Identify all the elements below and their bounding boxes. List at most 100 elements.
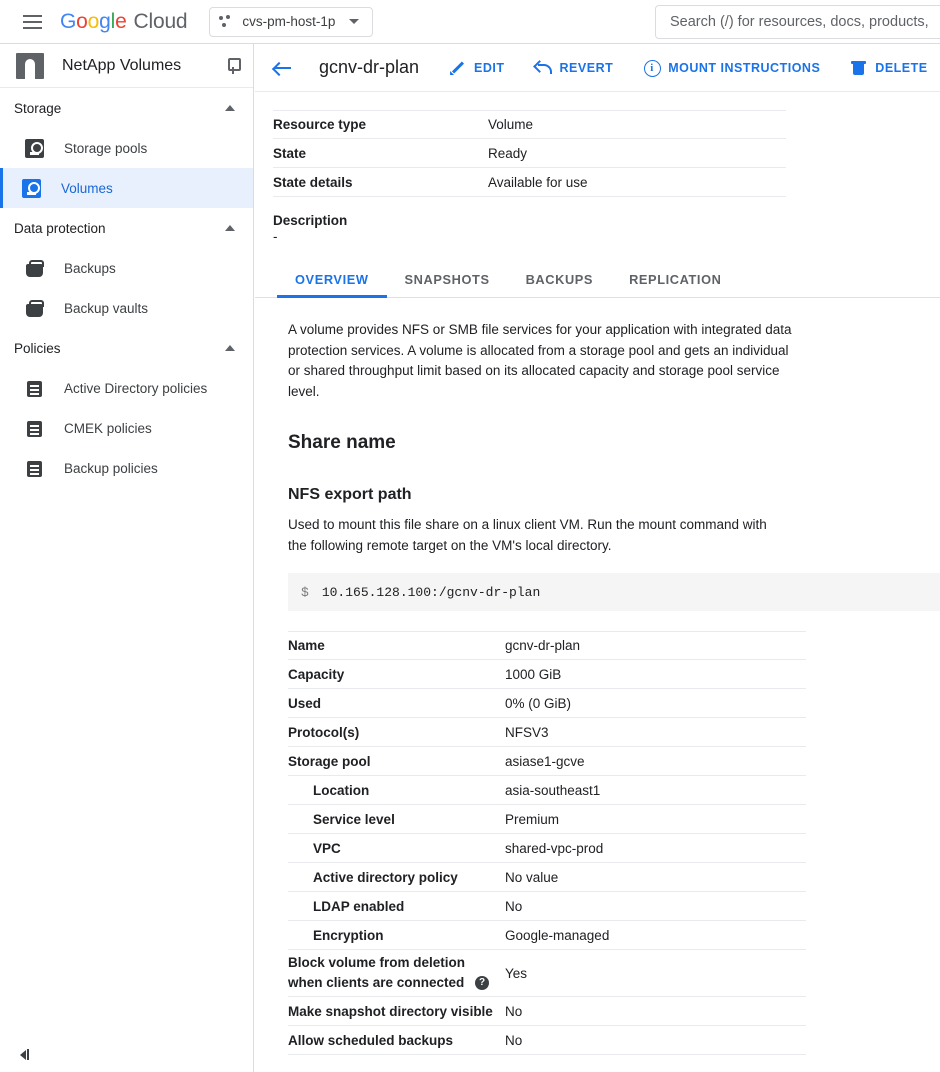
tab-replication[interactable]: REPLICATION xyxy=(611,272,739,297)
project-dots-icon xyxy=(219,14,233,29)
sidebar-item-label: Active Directory policies xyxy=(64,380,208,396)
row-key: Location xyxy=(313,782,370,798)
sidebar-item-label: CMEK policies xyxy=(64,420,152,436)
row-key: Encryption xyxy=(313,927,384,943)
search-input[interactable] xyxy=(668,13,940,31)
row-key: Allow scheduled backups xyxy=(288,1032,454,1048)
row-value: asiase1-gcve xyxy=(505,753,585,769)
policy-icon xyxy=(25,459,44,478)
resource-info-table: Resource type Volume State Ready State d… xyxy=(273,110,786,197)
row-value: 1000 GiB xyxy=(505,666,562,682)
table-row: Active directory policy No value xyxy=(288,863,806,892)
mount-instructions-button-label: MOUNT INSTRUCTIONS xyxy=(668,60,821,75)
row-key: Make snapshot directory visible xyxy=(288,1003,493,1019)
revert-button-label: REVERT xyxy=(559,60,614,75)
row-value: No xyxy=(505,1003,523,1019)
nfs-export-path-code-block[interactable]: $ 10.165.128.100:/gcnv-dr-plan xyxy=(288,573,940,611)
row-value: No xyxy=(505,898,523,914)
table-row: Storage pool asiase1-gcve xyxy=(288,747,806,776)
row-key: VPC xyxy=(313,840,341,856)
chevron-up-icon xyxy=(225,105,235,111)
tab-backups[interactable]: BACKUPS xyxy=(508,272,611,297)
description-label: Description xyxy=(273,213,348,228)
undo-icon xyxy=(535,59,552,76)
hamburger-line xyxy=(22,26,42,29)
row-value: asia-southeast1 xyxy=(505,782,601,798)
shell-prompt: $ xyxy=(301,584,309,600)
logo-letter: g xyxy=(99,9,111,33)
netapp-logo-icon xyxy=(16,52,44,79)
nfs-export-path-heading: NFS export path xyxy=(288,486,412,503)
volume-icon xyxy=(22,178,41,198)
tab-snapshots[interactable]: SNAPSHOTS xyxy=(387,272,508,297)
row-key: Service level xyxy=(313,811,395,827)
collapse-bar xyxy=(27,1049,29,1060)
project-selector[interactable]: cvs-pm-host-1p xyxy=(209,6,374,37)
sidebar-item-active-directory-policies[interactable]: Active Directory policies xyxy=(0,368,253,408)
back-arrow-icon[interactable] xyxy=(269,55,295,81)
row-key: LDAP enabled xyxy=(313,898,405,914)
pin-icon[interactable] xyxy=(223,56,243,76)
table-row: State details Available for use xyxy=(273,168,786,197)
pencil-icon xyxy=(449,59,466,76)
top-app-bar: Google Cloud cvs-pm-host-1p xyxy=(0,0,940,44)
hamburger-menu-icon[interactable] xyxy=(10,0,54,44)
edit-button[interactable]: EDIT xyxy=(449,59,504,76)
sidebar-item-backups[interactable]: Backups xyxy=(0,248,253,288)
mount-instructions-button[interactable]: MOUNT INSTRUCTIONS xyxy=(643,59,821,77)
logo-letter: o xyxy=(76,9,88,33)
row-value: No value xyxy=(505,869,559,885)
sidebar-item-backup-vaults[interactable]: Backup vaults xyxy=(0,288,253,328)
project-name: cvs-pm-host-1p xyxy=(242,14,336,29)
row-key: Storage pool xyxy=(288,753,371,769)
backup-icon xyxy=(25,259,44,278)
backup-vault-icon xyxy=(25,299,44,318)
tab-bar: OVERVIEW SNAPSHOTS BACKUPS REPLICATION xyxy=(255,264,940,298)
delete-button[interactable]: DELETE xyxy=(850,59,927,76)
sidebar-group-label: Policies xyxy=(14,340,61,356)
nfs-export-path-subtext: Used to mount this file share on a linux… xyxy=(288,517,767,553)
row-value: NFSV3 xyxy=(505,724,549,740)
row-key-line2: when clients are connected xyxy=(288,975,465,990)
sidebar-item-cmek-policies[interactable]: CMEK policies xyxy=(0,408,253,448)
row-value: gcnv-dr-plan xyxy=(505,638,581,653)
chevron-up-icon xyxy=(225,225,235,231)
sidebar-item-volumes[interactable]: Volumes xyxy=(0,168,253,208)
row-key: State xyxy=(273,145,307,161)
row-key: Protocol(s) xyxy=(288,724,360,740)
hamburger-line xyxy=(22,20,42,23)
sidebar-group-data-protection[interactable]: Data protection xyxy=(0,208,253,248)
chevron-left-icon xyxy=(20,1049,26,1060)
sidebar-group-label: Storage xyxy=(14,100,62,116)
tab-overview[interactable]: OVERVIEW xyxy=(277,272,387,298)
description-value: - xyxy=(273,229,278,244)
row-key: Used xyxy=(288,695,322,711)
row-key-line1: Block volume from deletion xyxy=(288,955,466,970)
logo-cloud-word: Cloud xyxy=(133,9,188,33)
page-title: gcnv-dr-plan xyxy=(319,57,420,77)
google-cloud-logo[interactable]: Google Cloud xyxy=(60,9,188,34)
storage-pool-icon xyxy=(25,138,44,158)
hamburger-line xyxy=(22,14,42,17)
table-row: Name gcnv-dr-plan xyxy=(288,631,806,660)
table-row: Used 0% (0 GiB) xyxy=(288,689,806,718)
sidebar-item-backup-policies[interactable]: Backup policies xyxy=(0,448,253,488)
table-row: LDAP enabled No xyxy=(288,892,806,921)
sidebar: NetApp Volumes Storage Storage pools Vol… xyxy=(0,44,254,1072)
table-row: State Ready xyxy=(273,139,786,168)
table-row: Block volume from deletion when clients … xyxy=(288,950,806,997)
sidebar-item-label: Backups xyxy=(64,260,116,276)
row-value: Premium xyxy=(505,811,560,827)
row-value: Available for use xyxy=(488,174,588,190)
product-title: NetApp Volumes xyxy=(62,56,182,74)
main-content: gcnv-dr-plan EDIT REVERT MOUNT INSTRUCTI… xyxy=(255,44,940,1072)
sidebar-group-storage[interactable]: Storage xyxy=(0,88,253,128)
delete-button-label: DELETE xyxy=(875,60,928,75)
help-circle-icon[interactable]: ? xyxy=(475,976,490,991)
collapse-sidebar-button[interactable] xyxy=(14,1043,35,1066)
revert-button[interactable]: REVERT xyxy=(535,59,614,76)
sidebar-item-storage-pools[interactable]: Storage pools xyxy=(0,128,253,168)
search-bar[interactable] xyxy=(655,5,940,39)
sidebar-group-policies[interactable]: Policies xyxy=(0,328,253,368)
description-block: Description - xyxy=(273,213,940,244)
